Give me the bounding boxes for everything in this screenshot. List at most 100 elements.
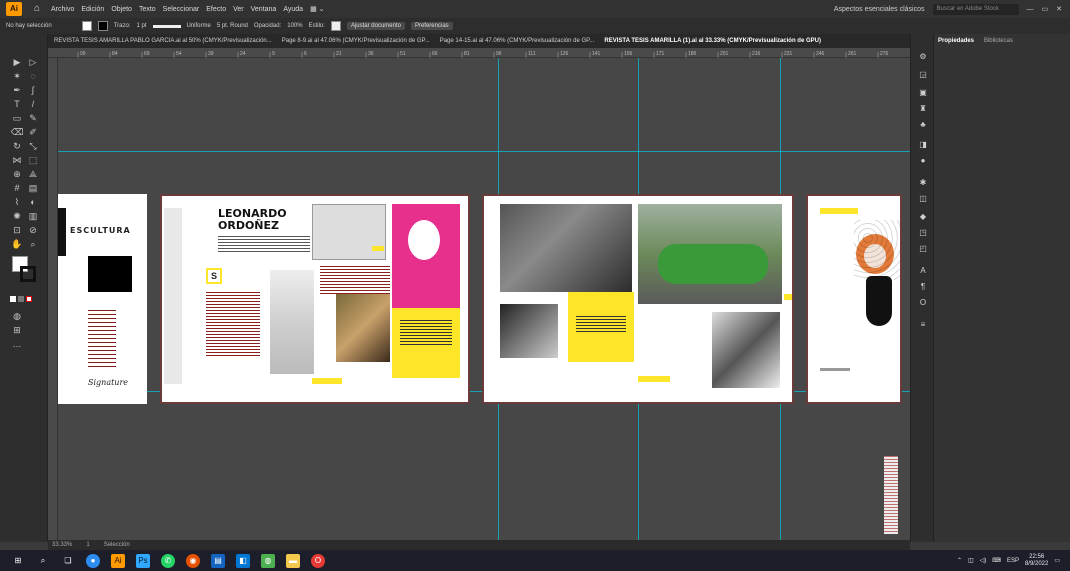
menu-ver[interactable]: Ver [233, 6, 244, 13]
tab-page-14-15[interactable]: Page 14-15.ai al 47.06% (CMYK/Previsuali… [440, 38, 595, 44]
task-view-icon[interactable]: ❏ [61, 554, 75, 568]
rotate-tool-icon[interactable]: ↻ [10, 140, 24, 152]
line-tool-icon[interactable]: / [26, 98, 40, 110]
menu-seleccionar[interactable]: Seleccionar [163, 6, 200, 13]
menu-objeto[interactable]: Objeto [111, 6, 132, 13]
screen-mode-icon[interactable]: ⊞ [10, 324, 24, 336]
page-escultura[interactable]: ESCULTURA Signature [58, 194, 147, 404]
volume-icon[interactable]: ◁) [980, 557, 987, 564]
tab-libraries[interactable]: Bibliotecas [980, 34, 1017, 48]
opera-icon[interactable]: O [311, 553, 325, 568]
windows-start-icon[interactable]: ⊞ [11, 554, 25, 568]
graph-tool-icon[interactable]: ▥ [26, 210, 40, 222]
app-logo[interactable]: Ai [6, 2, 22, 16]
explorer-icon[interactable]: ▬ [286, 553, 300, 568]
workspace-select[interactable]: Aspectos esenciales clásicos [834, 6, 925, 13]
artboard-canvas[interactable]: ESCULTURA Signature LEONARDO ORDOÑEZ S [58, 58, 910, 540]
photoshop-icon[interactable]: Ps [136, 553, 150, 568]
paragraph-icon[interactable]: ¶ [917, 282, 929, 292]
draw-mode-icon[interactable]: ◍ [10, 310, 24, 322]
stroke-swatch[interactable] [97, 21, 108, 31]
swatches-icon[interactable]: ♜ [917, 104, 929, 114]
search-input[interactable]: Buscar en Adobe Stock [932, 3, 1019, 15]
horizontal-ruler[interactable]: 99 84 69 54 39 24 9 6 21 36 51 66 81 96 111 126 141 156 17… [48, 48, 910, 58]
close-icon[interactable]: ✕ [1056, 5, 1062, 13]
scale-tool-icon[interactable]: ⤡ [26, 140, 40, 152]
pen-tool-icon[interactable]: ✒ [10, 84, 24, 96]
symbol-sprayer-icon[interactable]: ✺ [10, 210, 24, 222]
gradient-tool-icon[interactable]: ▤ [26, 182, 40, 194]
store-icon[interactable]: ◧ [236, 553, 250, 568]
artboard-number[interactable]: 1 [86, 542, 89, 548]
edit-toolbar-icon[interactable]: … [10, 338, 24, 350]
mesh-tool-icon[interactable]: # [10, 182, 24, 194]
gradient-icon[interactable]: ◫ [917, 194, 929, 204]
character-icon[interactable]: A [917, 266, 929, 276]
tab-page-8-9[interactable]: Page 8-9.ai al 47.06% (CMYK/Previsualiza… [282, 38, 430, 44]
tab-revista-active[interactable]: REVISTA TESIS AMARILLA (1).ai al 33.33% … [604, 38, 821, 44]
menu-texto[interactable]: Texto [139, 6, 156, 13]
free-transform-icon[interactable]: ⬚ [26, 154, 40, 166]
notification-arrow-icon[interactable]: ⌃ [957, 557, 962, 564]
brush-tool-icon[interactable]: ✐ [26, 126, 40, 138]
eyedropper-icon[interactable]: ⌇ [10, 196, 24, 208]
spotify-icon[interactable]: ◍ [261, 553, 275, 568]
menu-efecto[interactable]: Efecto [206, 6, 226, 13]
preferences-button[interactable]: Preferencias [410, 22, 453, 30]
zoom-tool-icon[interactable]: ⌕ [26, 238, 40, 250]
color-mode-icon[interactable] [10, 296, 16, 302]
brushes-icon[interactable]: ♣ [917, 120, 929, 130]
workspace-switcher-icon[interactable]: ▦ ⌄ [310, 5, 324, 13]
stroke-profile-select[interactable]: Uniforme [187, 23, 211, 29]
perspective-icon[interactable]: ⟁ [26, 168, 40, 180]
stroke-profile-preview[interactable] [152, 24, 181, 28]
stroke-color-icon[interactable] [20, 266, 36, 282]
menu-ventana[interactable]: Ventana [251, 6, 277, 13]
appearance-icon[interactable]: ◳ [917, 228, 929, 238]
style-swatch[interactable] [330, 21, 341, 31]
eraser-tool-icon[interactable]: ⌫ [10, 126, 24, 138]
zoom-level[interactable]: 33.33% [52, 542, 72, 548]
search-icon[interactable]: ⌕ [36, 554, 50, 568]
page-leonardo-spread[interactable]: LEONARDO ORDOÑEZ S [160, 194, 470, 404]
transparency-icon[interactable]: ◆ [917, 212, 929, 222]
whatsapp-icon[interactable]: ✆ [161, 553, 175, 568]
current-tool[interactable]: Selección [104, 542, 130, 548]
home-icon[interactable]: ⌂ [30, 2, 44, 16]
language-indicator[interactable]: ESP [1007, 558, 1019, 564]
tab-revista-pablo[interactable]: REVISTA TESIS AMARILLA PABLO GARCIA.ai a… [54, 38, 272, 44]
pencil-tool-icon[interactable]: ✎ [26, 112, 40, 124]
fill-swatch[interactable] [81, 21, 92, 31]
type-tool-icon[interactable]: T [10, 98, 24, 110]
libraries-icon[interactable]: ▣ [917, 88, 929, 98]
blend-tool-icon[interactable]: ◐ [26, 196, 40, 208]
symbols-icon[interactable]: ◨ [917, 140, 929, 150]
page-illustration[interactable] [806, 194, 902, 404]
align-icon[interactable]: ≡ [917, 320, 929, 330]
tab-properties[interactable]: Propiedades [934, 34, 978, 48]
none-mode-icon[interactable] [26, 296, 32, 302]
menu-edicion[interactable]: Edición [81, 6, 104, 13]
slice-tool-icon[interactable]: ⊘ [26, 224, 40, 236]
direct-selection-icon[interactable]: ▷ [26, 56, 40, 68]
vertical-ruler[interactable] [48, 58, 58, 540]
network-icon[interactable]: ◫ [968, 557, 974, 564]
hand-tool-icon[interactable]: ✋ [10, 238, 24, 250]
illustrator-icon[interactable]: Ai [111, 553, 125, 568]
properties-icon[interactable]: ⚙ [917, 52, 929, 62]
overflow-text-block[interactable] [884, 456, 898, 534]
menu-ayuda[interactable]: Ayuda [283, 6, 303, 13]
notifications-icon[interactable]: ▭ [1054, 557, 1060, 564]
magic-wand-icon[interactable]: ✶ [10, 70, 24, 82]
minimize-icon[interactable]: — [1027, 6, 1034, 13]
color-icon[interactable]: ● [917, 156, 929, 166]
curvature-icon[interactable]: ∫ [26, 84, 40, 96]
gradient-mode-icon[interactable] [18, 296, 24, 302]
fit-document-button[interactable]: Ajustar documento [346, 22, 405, 30]
files-icon[interactable]: ▤ [211, 553, 225, 568]
menu-archivo[interactable]: Archivo [51, 6, 74, 13]
width-tool-icon[interactable]: ⋈ [10, 154, 24, 166]
brush-select[interactable]: 5 pt. Round [217, 23, 248, 29]
rectangle-tool-icon[interactable]: ▭ [10, 112, 24, 124]
keyboard-icon[interactable]: ⌨ [992, 557, 1001, 564]
